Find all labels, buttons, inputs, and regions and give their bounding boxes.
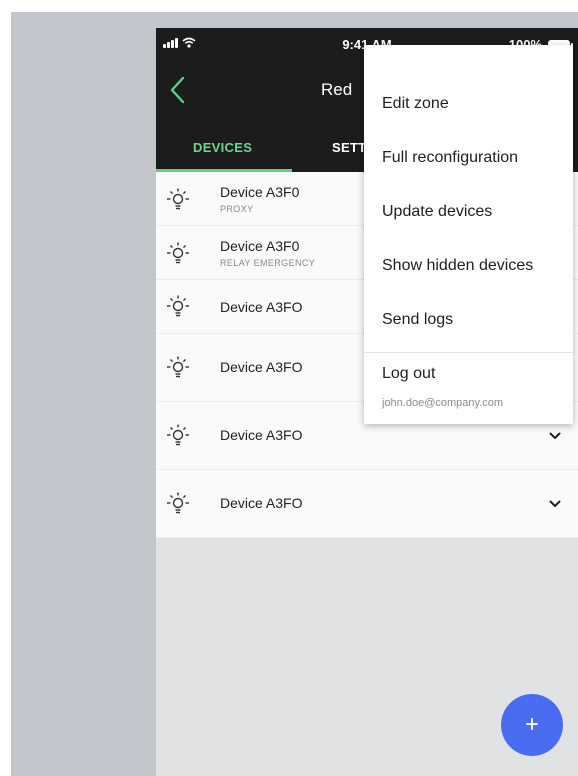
device-type: RELAY EMERGENCY <box>220 258 316 268</box>
menu-item-update-devices[interactable]: Update devices <box>382 203 492 221</box>
bulb-icon <box>167 424 189 446</box>
page-title: Red <box>321 80 353 99</box>
menu-item-full-reconfiguration[interactable]: Full reconfiguration <box>382 149 518 167</box>
user-email: john.doe@company.com <box>382 397 504 409</box>
device-name: Device A3FO <box>220 359 303 375</box>
device-name: Device A3F0 <box>220 184 300 200</box>
canvas: 9:41 AM 100% Red DEVICES SETT <box>0 0 578 776</box>
bulb-icon <box>167 188 189 210</box>
chevron-down-icon[interactable] <box>549 430 561 442</box>
bulb-icon <box>167 295 189 317</box>
device-name: Device A3FO <box>220 427 303 443</box>
tab-devices[interactable]: DEVICES <box>193 140 252 155</box>
menu-divider <box>364 352 573 353</box>
menu-item-send-logs[interactable]: Send logs <box>382 311 453 329</box>
device-type: PROXY <box>220 204 254 214</box>
device-name: Device A3FO <box>220 299 303 315</box>
overflow-menu: Edit zone Full reconfiguration Update de… <box>364 45 573 424</box>
bulb-icon <box>167 492 189 514</box>
menu-item-log-out[interactable]: Log out <box>382 365 435 383</box>
device-row[interactable]: Device A3FO <box>156 470 578 538</box>
device-name: Device A3FO <box>220 495 303 511</box>
tab-settings[interactable]: SETT <box>332 140 366 155</box>
bulb-icon <box>167 356 189 378</box>
add-button[interactable]: + <box>501 694 563 756</box>
plus-icon: + <box>524 711 539 738</box>
device-name: Device A3F0 <box>220 238 300 254</box>
bulb-icon <box>167 242 189 264</box>
chevron-down-icon[interactable] <box>549 498 561 510</box>
back-icon[interactable] <box>166 74 190 106</box>
menu-item-show-hidden-devices[interactable]: Show hidden devices <box>382 257 533 275</box>
menu-item-edit-zone[interactable]: Edit zone <box>382 95 449 113</box>
